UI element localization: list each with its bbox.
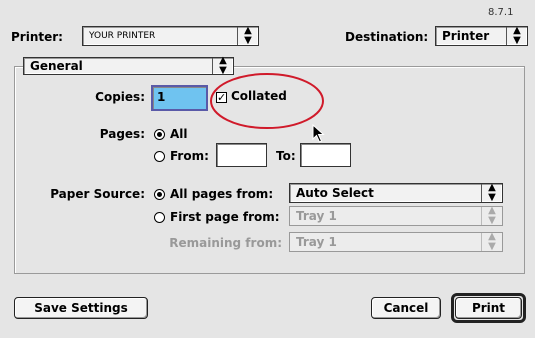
up-down-arrows-icon: ▲ ▼: [237, 26, 258, 46]
destination-label: Destination:: [345, 30, 429, 44]
up-down-arrows-icon: ▲ ▼: [506, 26, 527, 46]
version-label: 8.7.1: [488, 7, 514, 18]
first-page-source-select[interactable]: Tray 1 ▲ ▼: [289, 206, 503, 226]
destination-select-value: Printer: [442, 29, 490, 43]
pages-all-radio[interactable]: [154, 129, 165, 140]
up-down-arrows-icon: ▲ ▼: [481, 206, 502, 226]
panel-select-value: General: [30, 59, 83, 73]
pages-from-input[interactable]: [216, 143, 267, 167]
printer-select-value: YOUR PRINTER: [89, 31, 156, 41]
all-pages-source-value: Auto Select: [296, 186, 374, 200]
cancel-button[interactable]: Cancel: [371, 297, 441, 319]
first-page-source-value: Tray 1: [296, 209, 337, 223]
all-pages-from-label: All pages from:: [170, 187, 274, 201]
annotation-circle: [210, 73, 324, 129]
pages-from-radio[interactable]: [154, 151, 165, 162]
mouse-pointer-icon: [312, 124, 325, 143]
destination-select[interactable]: Printer ▲ ▼: [435, 26, 528, 46]
printer-select[interactable]: YOUR PRINTER ▲ ▼: [82, 26, 259, 46]
panel-select[interactable]: General ▲ ▼: [23, 56, 234, 76]
pages-from-label: From:: [170, 149, 209, 163]
up-down-arrows-icon: ▲ ▼: [481, 183, 502, 203]
remaining-source-select[interactable]: Tray 1 ▲ ▼: [289, 232, 503, 252]
pages-label: Pages:: [99, 127, 145, 141]
copies-input[interactable]: 1: [151, 85, 208, 111]
up-down-arrows-icon: ▲ ▼: [481, 232, 502, 252]
pages-to-label: To:: [276, 149, 296, 163]
pages-all-label: All: [170, 127, 188, 141]
printer-label: Printer:: [11, 30, 63, 44]
print-button[interactable]: Print: [455, 297, 522, 319]
remaining-source-value: Tray 1: [296, 235, 337, 249]
all-pages-from-radio[interactable]: [154, 189, 165, 200]
copies-label: Copies:: [95, 90, 145, 104]
save-settings-button[interactable]: Save Settings: [14, 297, 148, 319]
all-pages-source-select[interactable]: Auto Select ▲ ▼: [289, 183, 503, 203]
first-page-from-label: First page from:: [170, 210, 280, 224]
pages-to-input[interactable]: [300, 143, 351, 167]
remaining-from-label: Remaining from:: [169, 236, 282, 250]
paper-source-label: Paper Source:: [50, 187, 145, 201]
first-page-from-radio[interactable]: [154, 212, 165, 223]
